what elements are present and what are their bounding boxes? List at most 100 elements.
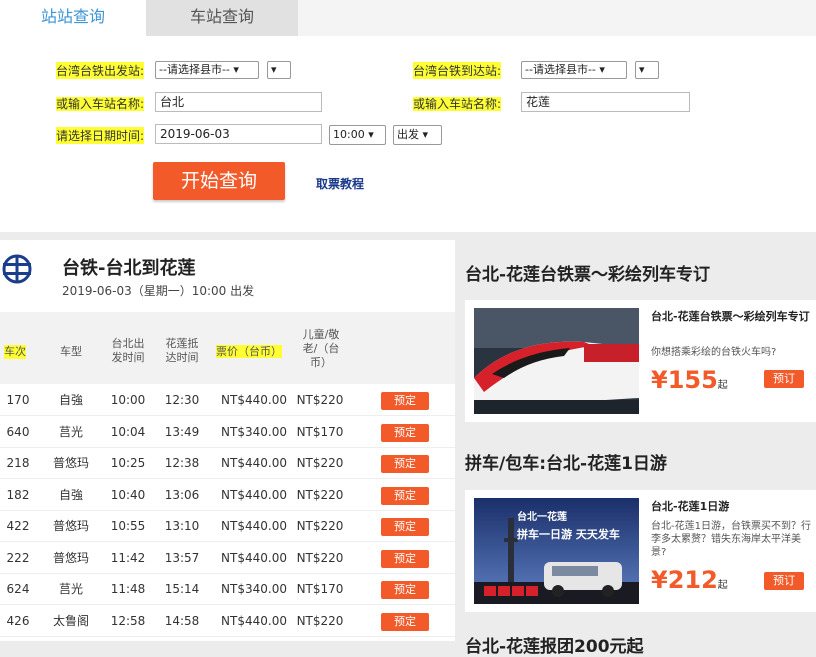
card1-book-button[interactable]: 预订 <box>764 370 804 388</box>
cell-no: 222 <box>6 550 30 565</box>
col-depart-time: 台北出发时间 <box>111 337 145 364</box>
cell-no: 170 <box>6 393 30 407</box>
card1-price: ¥155起 <box>651 366 728 394</box>
card1-price-value: ¥155 <box>651 366 718 394</box>
card2-book-button[interactable]: 预订 <box>764 572 804 590</box>
cell-child: NT$220 <box>296 487 344 502</box>
book-button[interactable]: 预定 <box>381 549 429 568</box>
book-button[interactable]: 预定 <box>381 455 429 473</box>
cell-dep: 12:58 <box>110 613 146 628</box>
cell-no: 182 <box>6 487 30 502</box>
cell-type: 普悠玛 <box>52 519 89 533</box>
table-row: 426 太鲁阁 12:58 14:58 NT$440.00 NT$220 预定 <box>0 605 455 637</box>
cell-type: 太鲁阁 <box>52 613 89 628</box>
col-price-text: 票价（台币） <box>216 345 282 358</box>
table-row: 182 自強 10:40 13:06 NT$440.00 NT$220 预定 <box>0 479 455 511</box>
cell-price: NT$440.00 <box>221 487 287 502</box>
card2-desc: 台北-花莲1日游，台铁票买不到？行李多太累赘？错失东海岸太平洋美景? <box>651 521 811 558</box>
cell-type: 普悠玛 <box>52 550 89 565</box>
table-row: 170 自強 10:00 12:30 NT$440.00 NT$220 预定 <box>0 384 455 416</box>
cell-dep: 10:00 <box>110 393 146 407</box>
col-child-price: 儿童/敬老/（台币） <box>302 328 340 369</box>
book-button[interactable]: 预定 <box>381 612 429 631</box>
cell-arr: 12:30 <box>164 393 200 407</box>
book-button[interactable]: 预定 <box>381 486 429 505</box>
tab-station-search[interactable]: 车站查询 <box>146 0 298 36</box>
product-card-1[interactable]: 台北-花莲台铁票～彩绘列车专订 你想搭乘彩绘的台铁火车吗? ¥155起 预订 <box>465 300 816 422</box>
cell-type: 自強 <box>58 393 83 407</box>
table-header: 车次 车型 台北出发时间 花莲抵达时间 票价（台币） 儿童/敬老/（台币） <box>0 312 455 384</box>
cell-price: NT$440.00 <box>221 519 287 533</box>
cell-arr: 14:58 <box>164 613 200 628</box>
card2-price-value: ¥212 <box>651 566 718 594</box>
depart-station-select[interactable]: ▾ <box>267 61 291 79</box>
depart-city-select[interactable]: --请选择县市-- ▾ <box>155 61 259 79</box>
cell-type: 莒光 <box>58 424 83 439</box>
cell-arr: 15:14 <box>164 582 200 596</box>
cell-no: 624 <box>6 582 30 596</box>
book-button[interactable]: 预定 <box>381 518 429 536</box>
table-row: 222 普悠玛 11:42 13:57 NT$440.00 NT$220 预定 <box>0 542 455 574</box>
tra-logo-icon <box>2 254 32 284</box>
search-button[interactable]: 开始查询 <box>153 162 285 200</box>
card1-price-unit: 起 <box>717 380 728 391</box>
card2-price: ¥212起 <box>651 566 728 594</box>
arrive-station-input[interactable]: 花莲 <box>521 92 690 112</box>
book-button[interactable]: 预定 <box>381 392 429 410</box>
book-button[interactable]: 预定 <box>381 423 429 442</box>
tab-station-to-station[interactable]: 站站查询 <box>0 0 146 36</box>
cell-type: 莒光 <box>58 582 83 596</box>
cell-child: NT$220 <box>296 613 344 628</box>
cell-dep: 10:40 <box>110 487 146 502</box>
cell-type: 自強 <box>58 487 83 502</box>
cell-dep: 10:04 <box>110 424 146 439</box>
section-title-3: 台北-花莲报团200元起 <box>465 637 644 657</box>
arrive-city-select[interactable]: --请选择县市-- ▾ <box>521 61 627 79</box>
cell-child: NT$220 <box>296 519 344 533</box>
arrive-station-name-label-text: 或输入车站名称: <box>413 97 502 111</box>
depart-station-input[interactable]: 台北 <box>155 92 322 112</box>
mode-select[interactable]: 出发 ▾ <box>393 125 442 145</box>
cell-no: 422 <box>6 519 30 533</box>
cell-price: NT$440.00 <box>221 550 287 565</box>
train-photo <box>474 308 639 414</box>
card1-desc: 你想搭乘彩绘的台铁火车吗? <box>651 347 777 358</box>
tour-banner-title: 台北一花莲 <box>517 512 567 523</box>
depart-label: 台湾台铁出发站: <box>56 62 145 79</box>
cell-price: NT$440.00 <box>221 613 287 628</box>
cell-child: NT$220 <box>296 456 344 470</box>
cell-price: NT$440.00 <box>221 393 287 407</box>
product-card-2[interactable]: 台北一花莲 拼车一日游 天天发车 台北-花莲1日游 台北-花莲1日游，台铁票买不… <box>465 490 816 612</box>
col-train-no: 车次 <box>4 345 26 359</box>
cell-price: NT$440.00 <box>221 456 287 470</box>
results-panel: 台铁-台北到花莲 2019-06-03（星期一）10:00 出发 车次 车型 台… <box>0 240 455 641</box>
search-form: 台湾台铁出发站: --请选择县市-- ▾ ▾ 台湾台铁到达站: --请选择县市-… <box>0 36 816 232</box>
cell-child: NT$220 <box>296 393 344 407</box>
cell-arr: 13:10 <box>164 519 200 533</box>
tab-bar: 站站查询 车站查询 <box>0 0 816 36</box>
cell-no: 426 <box>6 613 30 628</box>
cell-child: NT$170 <box>296 424 344 439</box>
cell-price: NT$340.00 <box>221 424 287 439</box>
cell-dep: 10:25 <box>110 456 146 470</box>
depart-station-name-label: 或输入车站名称: <box>56 95 145 112</box>
route-title: 台铁-台北到花莲 <box>62 258 196 279</box>
date-label: 请选择日期时间: <box>56 127 145 144</box>
card2-price-unit: 起 <box>717 580 728 591</box>
col-train-type: 车型 <box>60 345 82 358</box>
time-select[interactable]: 10:00 ▾ <box>329 125 386 145</box>
arrive-station-select[interactable]: ▾ <box>635 61 659 79</box>
table-row: 640 莒光 10:04 13:49 NT$340.00 NT$170 预定 <box>0 416 455 448</box>
book-button[interactable]: 预定 <box>381 581 429 599</box>
date-input[interactable]: 2019-06-03 <box>155 124 322 144</box>
table-row: 218 普悠玛 10:25 12:38 NT$440.00 NT$220 预定 <box>0 447 455 479</box>
cell-child: NT$170 <box>296 582 344 596</box>
card2-title[interactable]: 台北-花莲1日游 <box>651 500 811 514</box>
route-subtitle: 2019-06-03（星期一）10:00 出发 <box>62 284 255 298</box>
card1-title[interactable]: 台北-花莲台铁票～彩绘列车专订 <box>651 310 811 324</box>
ticket-guide-link[interactable]: 取票教程 <box>316 175 364 192</box>
arrive-label: 台湾台铁到达站: <box>413 62 502 79</box>
cell-dep: 11:42 <box>110 550 146 565</box>
section-title-1: 台北-花莲台铁票～彩绘列车专订 <box>465 265 711 285</box>
col-arrive-time: 花莲抵达时间 <box>165 337 199 364</box>
